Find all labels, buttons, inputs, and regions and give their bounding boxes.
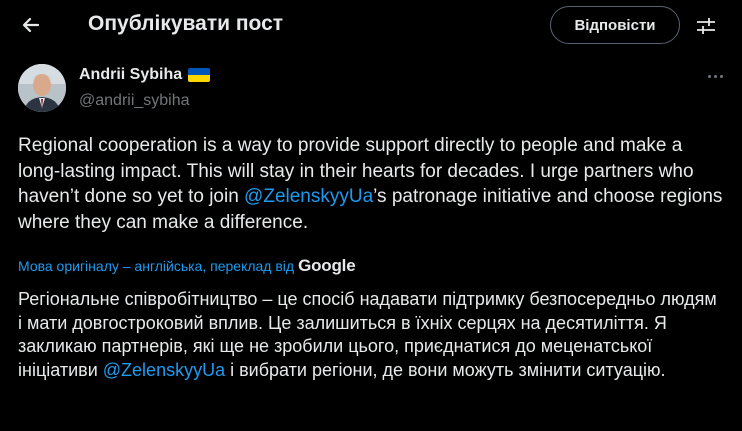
translated-text-after: і вибрати регіони, де вони можуть змінит… [225, 359, 666, 380]
author-handle[interactable]: @andrii_sybiha [79, 92, 190, 110]
google-logo-icon: Google [298, 256, 356, 275]
settings-button[interactable] [688, 8, 724, 44]
ukraine-flag-icon [188, 68, 211, 82]
author-name-text: Andrii Sybiha [79, 66, 183, 83]
reply-button[interactable]: Відповісти [550, 6, 680, 44]
translated-mention-link[interactable]: @ZelenskyyUa [103, 360, 225, 380]
back-button[interactable] [10, 6, 52, 44]
author-name[interactable]: Andrii Sybiha [79, 66, 211, 84]
translation-note[interactable]: Мова оригіналу – англійська, переклад ві… [18, 256, 356, 276]
translated-text: Регіональне співробітництво – це спосіб … [18, 288, 724, 382]
translation-note-text: Мова оригіналу – англійська, переклад ві… [18, 258, 295, 274]
top-bar: Опублікувати пост Відповісти [0, 0, 742, 53]
author-avatar[interactable] [18, 64, 66, 112]
settings-sliders-icon [697, 18, 715, 34]
post-text: Regional cooperation is a way to provide… [18, 133, 724, 235]
post-mention-link[interactable]: @ZelenskyyUa [244, 186, 373, 207]
back-arrow-icon [22, 17, 40, 33]
page-title: Опублікувати пост [88, 12, 284, 35]
more-dots-icon[interactable] [700, 66, 730, 86]
